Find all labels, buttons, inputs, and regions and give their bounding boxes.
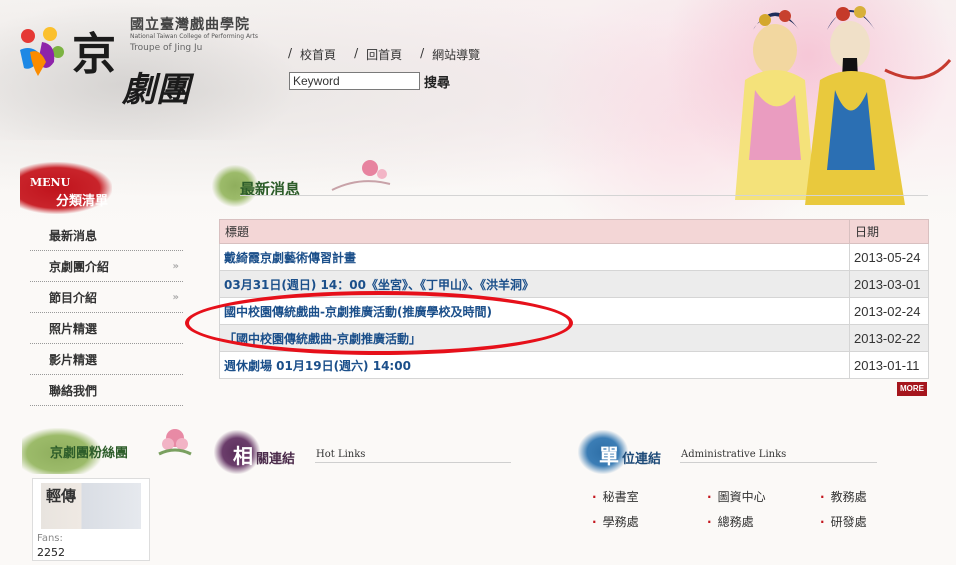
admin-link-academic-affairs[interactable]: 教務處 <box>820 488 900 505</box>
sidebar-item-label: 節目介紹 <box>49 290 98 305</box>
nav-separator: / <box>420 46 425 60</box>
school-name-en: National Taiwan College of Performing Ar… <box>130 33 258 40</box>
fans-thumb-text: 輕傳 <box>46 487 77 505</box>
sidebar-item-news[interactable]: 最新消息 <box>30 220 183 251</box>
troupe-name-en: Troupe of Jing Ju <box>130 43 203 53</box>
table-row: 戴綺霞京劇藝術傳習計畫 2013-05-24 <box>219 243 929 271</box>
top-navigation: / 校首頁 / 回首頁 / 網站導覽 <box>288 46 498 63</box>
chevron-right-icon: » <box>172 260 179 272</box>
table-header-row: 標題 日期 <box>219 219 929 244</box>
flower-icon <box>331 160 391 191</box>
admin-link-secretariat[interactable]: 秘書室 <box>592 488 707 505</box>
hot-links-divider <box>315 462 511 463</box>
nav-school-home-link[interactable]: 校首頁 <box>300 46 336 63</box>
news-title-link[interactable]: 週休劇場 01月19日(週六) 14:00 <box>219 351 850 379</box>
fans-page-thumbnail[interactable]: 輕傳 <box>41 483 141 529</box>
sidebar-item-troupe-intro[interactable]: 京劇團介紹 » <box>30 251 183 282</box>
news-date: 2013-01-11 <box>849 351 929 379</box>
admin-links-divider <box>680 462 877 463</box>
chevron-right-icon: » <box>172 291 179 303</box>
hot-links-title: 關連結 <box>256 452 296 467</box>
sidebar-item-label: 影片精選 <box>49 352 98 367</box>
nav-separator: / <box>288 46 293 60</box>
sidebar-item-contact[interactable]: 聯絡我們 <box>30 375 183 406</box>
col-title-header: 標題 <box>219 219 850 244</box>
annotation-circle <box>185 291 573 355</box>
news-divider <box>240 195 928 196</box>
news-title-link[interactable]: 戴綺霞京劇藝術傳習計畫 <box>219 243 850 271</box>
menu-title: 分類清單 <box>56 194 109 209</box>
admin-link-research[interactable]: 研發處 <box>820 513 900 530</box>
nav-home-link[interactable]: 回首頁 <box>366 46 402 63</box>
admin-links-big-char: 單 <box>599 444 619 468</box>
logo-troupe-chars: 劇團 <box>122 70 190 110</box>
sidebar-item-videos[interactable]: 影片精選 <box>30 344 183 375</box>
admin-link-library-center[interactable]: 圖資中心 <box>707 488 820 505</box>
fans-count: 2252 <box>37 546 65 559</box>
peony-icon <box>158 429 192 456</box>
sidebar-menu: 最新消息 京劇團介紹 » 節目介紹 » 照片精選 影片精選 聯絡我們 <box>30 220 183 406</box>
search-input[interactable] <box>289 72 420 90</box>
col-date-header: 日期 <box>849 219 929 244</box>
more-button[interactable]: MORE <box>897 382 927 396</box>
admin-link-student-affairs[interactable]: 學務處 <box>592 513 707 530</box>
fans-label: Fans: <box>37 533 63 544</box>
menu-label-en: MENU <box>30 176 71 189</box>
hot-links-big-char: 相 <box>233 444 253 468</box>
hot-links-title-en: Hot Links <box>316 449 366 460</box>
page: 京 劇團 國立臺灣戲曲學院 National Taiwan College of… <box>0 0 956 565</box>
sidebar-item-label: 京劇團介紹 <box>49 259 110 274</box>
admin-link-general-affairs[interactable]: 總務處 <box>707 513 820 530</box>
college-logo-icon[interactable] <box>12 22 68 78</box>
sidebar-item-photos[interactable]: 照片精選 <box>30 313 183 344</box>
news-date: 2013-03-01 <box>849 270 929 298</box>
admin-links-title: 位連結 <box>622 452 662 467</box>
news-date: 2013-05-24 <box>849 243 929 271</box>
fans-widget[interactable]: 輕傳 Fans: 2252 <box>32 478 150 561</box>
admin-links-list: 秘書室 圖資中心 教務處 學務處 總務處 研發處 <box>592 488 892 530</box>
sidebar-item-program-intro[interactable]: 節目介紹 » <box>30 282 183 313</box>
opera-performers-illustration <box>735 6 952 205</box>
news-date: 2013-02-22 <box>849 324 929 352</box>
sidebar-item-label: 最新消息 <box>49 228 98 243</box>
nav-separator: / <box>354 46 359 60</box>
fans-title: 京劇團粉絲團 <box>50 446 129 461</box>
table-row: 週休劇場 01月19日(週六) 14:00 2013-01-11 <box>219 351 929 379</box>
nav-sitemap-link[interactable]: 網站導覽 <box>432 46 480 63</box>
search-button[interactable]: 搜尋 <box>424 72 450 91</box>
news-date: 2013-02-24 <box>849 297 929 325</box>
logo-jing-char: 京 <box>72 29 118 80</box>
sidebar-item-label: 照片精選 <box>49 321 98 336</box>
sidebar-item-label: 聯絡我們 <box>49 383 98 398</box>
admin-links-title-en: Administrative Links <box>681 449 787 460</box>
school-name: 國立臺灣戲曲學院 <box>130 17 250 33</box>
